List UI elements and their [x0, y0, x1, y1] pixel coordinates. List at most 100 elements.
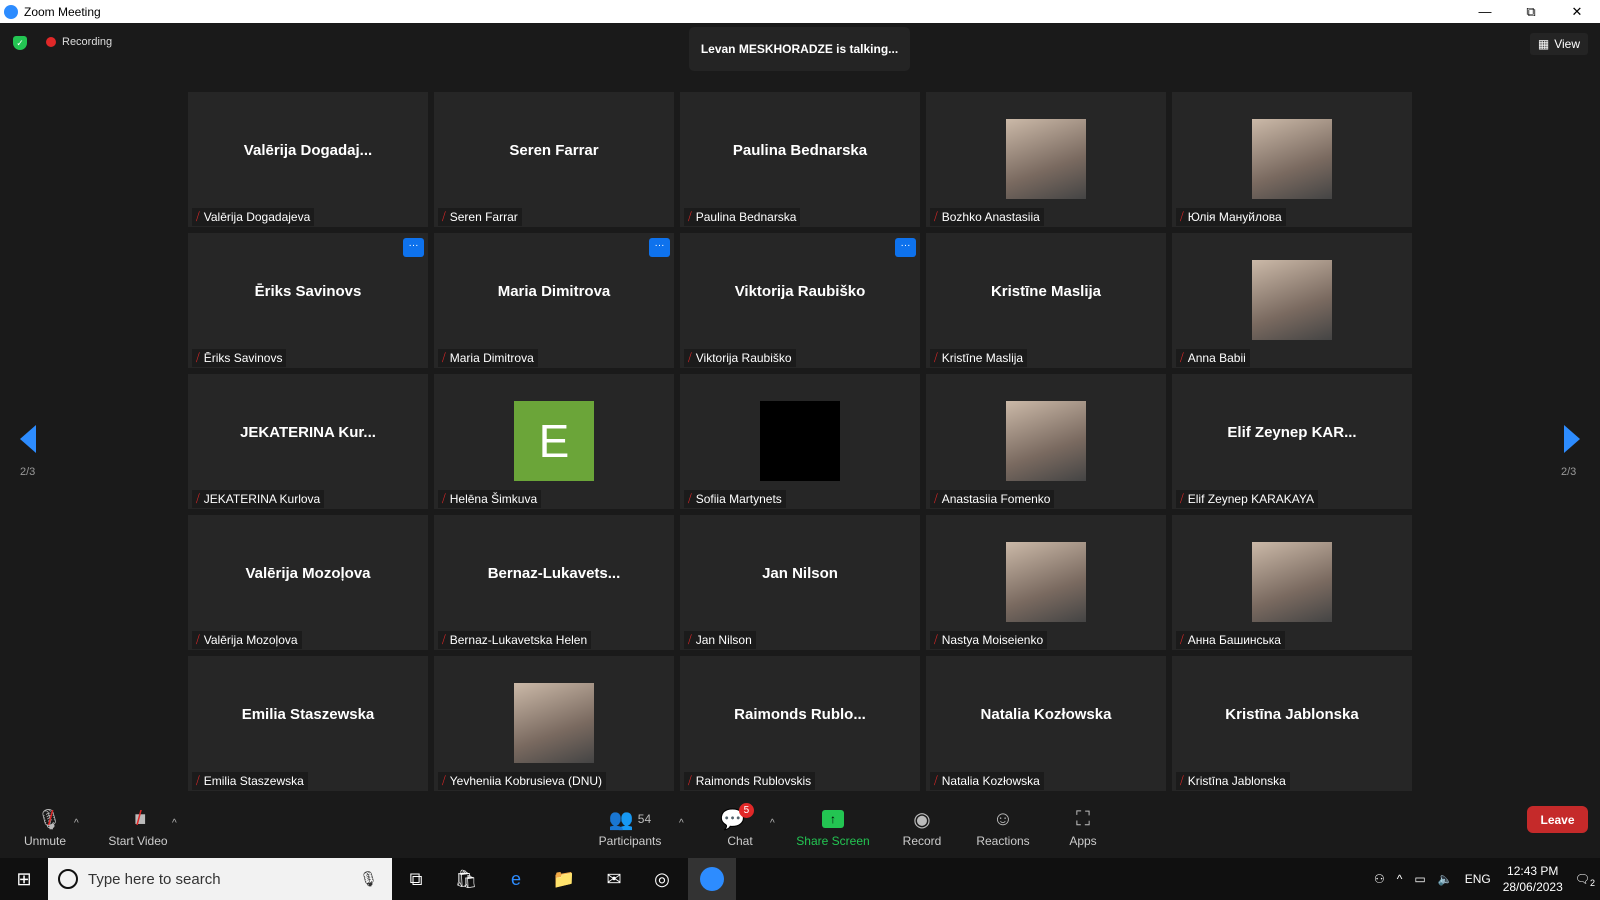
participant-name: Valērija Mozoļova [203, 633, 298, 647]
more-options-button[interactable]: ··· [649, 238, 670, 257]
participant-tile[interactable]: Valērija Mozoļova ⧸ Valērija Mozoļova [188, 515, 428, 650]
participant-label: ⧸ Bozhko Anastasiia [930, 208, 1044, 226]
chrome-icon[interactable]: ◎ [638, 858, 686, 900]
store-icon[interactable]: 🛍 [442, 858, 490, 900]
task-view-icon[interactable]: ⧉ [392, 858, 440, 900]
participant-tile[interactable]: Natalia Kozłowska ⧸ Natalia Kozłowska [926, 656, 1166, 791]
participant-photo [1006, 119, 1086, 199]
participants-caret[interactable]: ^ [679, 818, 684, 829]
reactions-label: Reactions [976, 834, 1030, 848]
more-options-button[interactable]: ··· [403, 238, 424, 257]
grid-icon: ▦ [1537, 37, 1550, 51]
unmute-button[interactable]: 🎙 / Unmute [0, 800, 90, 858]
participant-label: ⧸ Kristīne Maslija [930, 349, 1028, 367]
participant-tile[interactable]: ⧸ Sofiia Martynets [680, 374, 920, 509]
participant-tile[interactable]: ⧸ Nastya Moiseienko [926, 515, 1166, 650]
muted-mic-icon: ⧸ [688, 774, 692, 787]
participant-tile[interactable]: Kristīne Maslija ⧸ Kristīne Maslija [926, 233, 1166, 368]
participant-tile[interactable]: Viktorija Raubiško ··· ⧸ Viktorija Raubiško [680, 233, 920, 368]
edge-icon[interactable]: e [492, 858, 540, 900]
participant-tile[interactable]: Maria Dimitrova ··· ⧸ Maria Dimitrova [434, 233, 674, 368]
participant-name: Maria Dimitrova [449, 351, 534, 365]
participant-tile[interactable]: Ēriks Savinovs ··· ⧸ Ēriks Savinovs [188, 233, 428, 368]
leave-button[interactable]: Leave [1527, 806, 1588, 833]
participant-name: Анна Башинська [1187, 633, 1281, 647]
participant-tile[interactable]: ⧸ Yevheniia Kobrusieva (DNU) [434, 656, 674, 791]
network-icon[interactable]: ▭ [1414, 872, 1425, 886]
participant-name-display: Raimonds Rublo... [734, 706, 866, 723]
mail-icon[interactable]: ✉ [590, 858, 638, 900]
participant-tile[interactable]: Elif Zeynep KAR... ⧸ Elif Zeynep KARAKAYA [1172, 374, 1412, 509]
chat-caret[interactable]: ^ [770, 818, 775, 829]
muted-mic-icon: ⧸ [196, 774, 200, 787]
participant-tile[interactable]: Seren Farrar ⧸ Seren Farrar [434, 92, 674, 227]
title-bar: Zoom Meeting — ⧉ ✕ [0, 0, 1600, 23]
notifications-icon[interactable]: 🗨 2 [1575, 872, 1595, 888]
video-options-caret[interactable]: ^ [172, 818, 177, 829]
participant-tile[interactable]: ⧸ Bozhko Anastasiia [926, 92, 1166, 227]
participant-tile[interactable]: Valērija Dogadaj... ⧸ Valērija Dogadajeva [188, 92, 428, 227]
apps-button[interactable]: ⛶ Apps [1038, 800, 1128, 858]
participant-tile[interactable]: Jan Nilson ⧸ Jan Nilson [680, 515, 920, 650]
volume-icon[interactable]: 🔈 [1438, 872, 1453, 886]
zoom-taskbar-icon[interactable] [688, 858, 736, 900]
record-dot-icon [46, 37, 56, 47]
participant-tile[interactable]: E ⧸ Helēna Šimkuva [434, 374, 674, 509]
muted-mic-icon: ⧸ [1180, 633, 1184, 646]
people-icon[interactable]: ⚇ [1374, 872, 1385, 886]
audio-options-caret[interactable]: ^ [74, 818, 79, 829]
prev-page-arrow-icon[interactable] [20, 425, 36, 453]
participants-button[interactable]: 👥 54 Participants [585, 800, 675, 858]
muted-mic-icon: ⧸ [442, 633, 446, 646]
participant-label: ⧸ Kristīna Jablonska [1176, 772, 1290, 790]
file-explorer-icon[interactable]: 📁 [540, 858, 588, 900]
clock[interactable]: 12:43 PM 28/06/2023 [1503, 863, 1563, 895]
muted-mic-icon: ⧸ [934, 633, 938, 646]
share-screen-label: Share Screen [796, 834, 870, 848]
muted-mic-icon: ⧸ [688, 351, 692, 364]
view-button[interactable]: ▦ View [1529, 33, 1588, 55]
participant-tile[interactable]: ⧸ Анна Башинська [1172, 515, 1412, 650]
security-shield-icon[interactable]: ✓ [13, 36, 27, 50]
language-indicator[interactable]: ENG [1465, 872, 1491, 886]
participant-tile[interactable]: Paulina Bednarska ⧸ Paulina Bednarska [680, 92, 920, 227]
record-icon: ◉ [913, 808, 931, 831]
participant-tile[interactable]: Kristīna Jablonska ⧸ Kristīna Jablonska [1172, 656, 1412, 791]
record-button[interactable]: ◉ Record [877, 800, 967, 858]
muted-mic-icon: ⧸ [442, 351, 446, 364]
participant-label: ⧸ Helēna Šimkuva [438, 490, 542, 508]
restore-button[interactable]: ⧉ [1508, 0, 1554, 23]
participant-tile[interactable]: ⧸ Anastasiia Fomenko [926, 374, 1166, 509]
participant-tile[interactable]: Bernaz-Lukavets... ⧸ Bernaz-Lukavetska Hel… [434, 515, 674, 650]
taskbar-search-box[interactable]: Type here to search 🎙 [48, 858, 392, 900]
participant-tile[interactable]: Emilia Staszewska ⧸ Emilia Staszewska [188, 656, 428, 791]
muted-mic-icon: ⧸ [196, 633, 200, 646]
microphone-icon[interactable]: 🎙 [359, 870, 378, 888]
participant-tile[interactable]: JEKATERINA Kur... ⧸ JEKATERINA Kurlova [188, 374, 428, 509]
recording-indicator[interactable]: Recording [46, 36, 112, 48]
chat-button[interactable]: 💬 5 Chat [695, 800, 785, 858]
participant-photo [514, 683, 594, 763]
chat-badge: 5 [738, 802, 754, 818]
participant-name-display: Emilia Staszewska [241, 706, 375, 723]
windows-start-icon[interactable]: ⊞ [0, 858, 48, 900]
participant-name-display: Kristīna Jablonska [1225, 706, 1359, 723]
participant-name-display: Valērija Mozoļova [245, 565, 371, 582]
participant-label: ⧸ Elif Zeynep KARAKAYA [1176, 490, 1319, 508]
participant-label: ⧸ Anna Babii [1176, 349, 1250, 367]
reactions-button[interactable]: ☺ Reactions [958, 800, 1048, 858]
close-button[interactable]: ✕ [1554, 0, 1600, 23]
participant-name: Valērija Dogadajeva [203, 210, 311, 224]
participant-tile[interactable]: ⧸ Anna Babii [1172, 233, 1412, 368]
participant-label: ⧸ JEKATERINA Kurlova [192, 490, 325, 508]
minimize-button[interactable]: — [1462, 0, 1508, 23]
participant-tile[interactable]: ⧸ Юлія Мануйлова [1172, 92, 1412, 227]
participant-tile[interactable]: Raimonds Rublo... ⧸ Raimonds Rublovskis [680, 656, 920, 791]
start-video-button[interactable]: ■ / Start Video [93, 800, 183, 858]
next-page-arrow-icon[interactable] [1564, 425, 1580, 453]
tray-chevron-icon[interactable]: ^ [1397, 872, 1403, 886]
more-options-button[interactable]: ··· [895, 238, 916, 257]
time: 12:43 PM [1507, 864, 1559, 878]
share-screen-button[interactable]: ↑ Share Screen [788, 800, 878, 858]
muted-mic-icon: ⧸ [442, 774, 446, 787]
